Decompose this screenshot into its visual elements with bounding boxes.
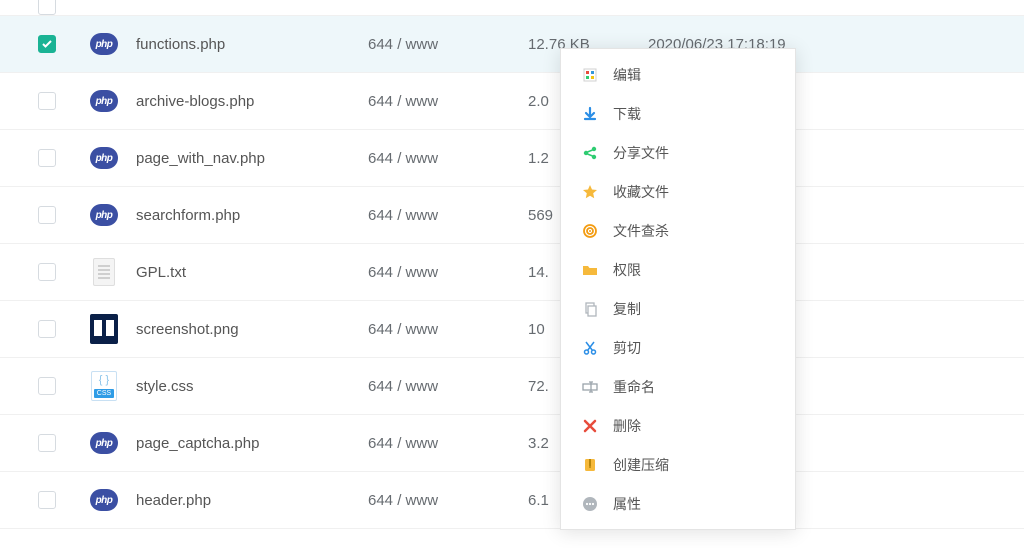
- row-checkbox[interactable]: [38, 320, 56, 338]
- file-table: php functions.php 644 / www 12.76 KB 202…: [0, 16, 1024, 529]
- folder-icon: [581, 261, 599, 279]
- row-checkbox[interactable]: [38, 35, 56, 53]
- menu-label: 重命名: [613, 377, 655, 397]
- row-checkbox[interactable]: [38, 491, 56, 509]
- file-name[interactable]: searchform.php: [136, 207, 368, 224]
- png-icon: [90, 315, 118, 343]
- row-checkbox[interactable]: [38, 434, 56, 452]
- cut-icon: [581, 339, 599, 357]
- css-icon: CSS: [90, 372, 118, 400]
- edit-icon: [581, 66, 599, 84]
- table-row[interactable]: screenshot.png 644 / www 10: [0, 301, 1024, 358]
- file-name[interactable]: header.php: [136, 492, 368, 509]
- file-name[interactable]: GPL.txt: [136, 264, 368, 281]
- file-name[interactable]: archive-blogs.php: [136, 93, 368, 110]
- menu-download[interactable]: 下载: [561, 94, 795, 133]
- row-checkbox[interactable]: [38, 149, 56, 167]
- menu-label: 编辑: [613, 65, 641, 85]
- menu-label: 剪切: [613, 338, 641, 358]
- scan-icon: [581, 222, 599, 240]
- copy-icon: [581, 300, 599, 318]
- select-all-checkbox[interactable]: [38, 0, 56, 15]
- file-permission: 644 / www: [368, 321, 528, 338]
- download-icon: [581, 105, 599, 123]
- delete-icon: [581, 417, 599, 435]
- menu-share[interactable]: 分享文件: [561, 133, 795, 172]
- table-row[interactable]: php functions.php 644 / www 12.76 KB 202…: [0, 16, 1024, 73]
- file-permission: 644 / www: [368, 264, 528, 281]
- menu-label: 删除: [613, 416, 641, 436]
- file-permission: 644 / www: [368, 207, 528, 224]
- properties-icon: [581, 495, 599, 513]
- table-row[interactable]: php archive-blogs.php 644 / www 2.0: [0, 73, 1024, 130]
- menu-scan[interactable]: 文件查杀: [561, 211, 795, 250]
- file-permission: 644 / www: [368, 150, 528, 167]
- table-row[interactable]: GPL.txt 644 / www 14.: [0, 244, 1024, 301]
- menu-copy[interactable]: 复制: [561, 289, 795, 328]
- rename-icon: [581, 378, 599, 396]
- menu-label: 分享文件: [613, 143, 669, 163]
- menu-rename[interactable]: 重命名: [561, 367, 795, 406]
- row-checkbox[interactable]: [38, 263, 56, 281]
- menu-delete[interactable]: 删除: [561, 406, 795, 445]
- menu-compress[interactable]: 创建压缩: [561, 445, 795, 484]
- row-checkbox[interactable]: [38, 377, 56, 395]
- table-row[interactable]: php page_with_nav.php 644 / www 1.2: [0, 130, 1024, 187]
- file-name[interactable]: screenshot.png: [136, 321, 368, 338]
- file-name[interactable]: page_captcha.php: [136, 435, 368, 452]
- file-permission: 644 / www: [368, 435, 528, 452]
- file-name[interactable]: page_with_nav.php: [136, 150, 368, 167]
- row-checkbox[interactable]: [38, 92, 56, 110]
- star-icon: [581, 183, 599, 201]
- file-permission: 644 / www: [368, 36, 528, 53]
- table-row[interactable]: CSS style.css 644 / www 72. 9: [0, 358, 1024, 415]
- php-icon: php: [90, 486, 118, 514]
- menu-cut[interactable]: 剪切: [561, 328, 795, 367]
- php-icon: php: [90, 87, 118, 115]
- menu-properties[interactable]: 属性: [561, 484, 795, 523]
- txt-icon: [90, 258, 118, 286]
- table-row[interactable]: php header.php 644 / www 6.1 9: [0, 472, 1024, 529]
- menu-label: 下载: [613, 104, 641, 124]
- table-row[interactable]: php page_captcha.php 644 / www 3.2: [0, 415, 1024, 472]
- table-row[interactable]: php searchform.php 644 / www 569: [0, 187, 1024, 244]
- share-icon: [581, 144, 599, 162]
- menu-label: 文件查杀: [613, 221, 669, 241]
- menu-favorite[interactable]: 收藏文件: [561, 172, 795, 211]
- file-name[interactable]: functions.php: [136, 36, 368, 53]
- php-icon: php: [90, 144, 118, 172]
- file-permission: 644 / www: [368, 93, 528, 110]
- file-permission: 644 / www: [368, 492, 528, 509]
- php-icon: php: [90, 201, 118, 229]
- context-menu: 编辑 下载 分享文件 收藏文件 文件查杀 权限 复制 剪切 重命名 删除 创建压…: [560, 48, 796, 530]
- file-name[interactable]: style.css: [136, 378, 368, 395]
- php-icon: php: [90, 30, 118, 58]
- php-icon: php: [90, 429, 118, 457]
- table-header-fragment: [0, 0, 1024, 16]
- row-checkbox[interactable]: [38, 206, 56, 224]
- menu-label: 创建压缩: [613, 455, 669, 475]
- menu-edit[interactable]: 编辑: [561, 55, 795, 94]
- compress-icon: [581, 456, 599, 474]
- menu-label: 复制: [613, 299, 641, 319]
- menu-label: 收藏文件: [613, 182, 669, 202]
- menu-label: 属性: [613, 494, 641, 514]
- file-permission: 644 / www: [368, 378, 528, 395]
- menu-label: 权限: [613, 260, 641, 280]
- menu-permission[interactable]: 权限: [561, 250, 795, 289]
